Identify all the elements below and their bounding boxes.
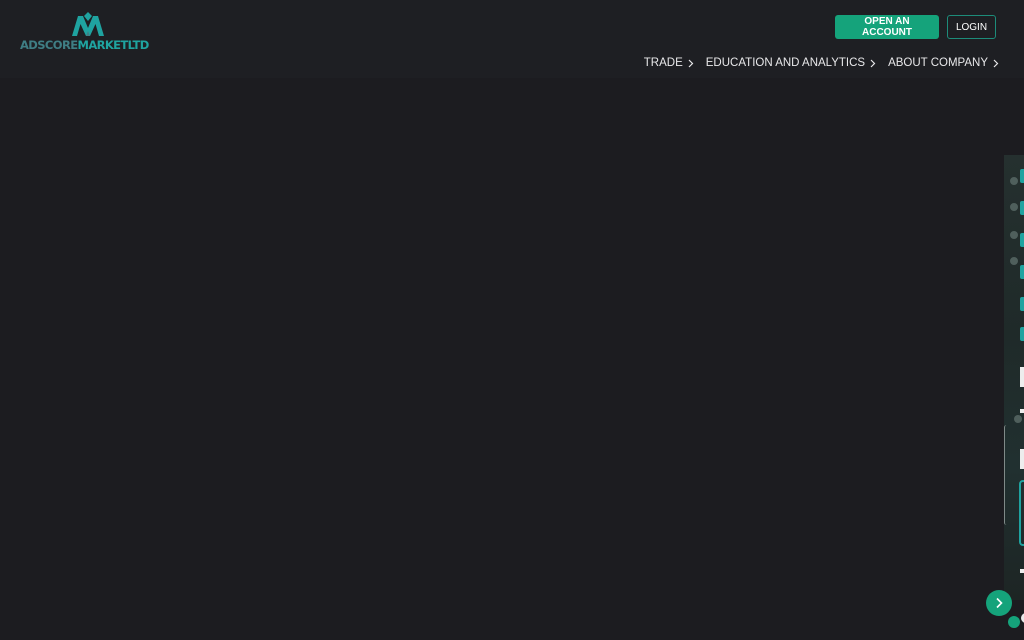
decor-dot [1010, 203, 1018, 211]
chevron-right-icon [993, 59, 999, 67]
nav-item-trade[interactable]: TRADE [644, 57, 694, 69]
slide-button-outline [1019, 480, 1024, 546]
logo[interactable]: ADSCOREMARKETLTD [20, 12, 170, 54]
slide-text-fragment [1020, 449, 1024, 469]
nav-item-label: EDUCATION AND ANALYTICS [705, 57, 866, 69]
main-nav: TRADE EDUCATION AND ANALYTICS ABOUT COMP… [632, 55, 999, 71]
slide-heading-fragment [1020, 201, 1024, 215]
logo-text-part1: ADSCORE [20, 38, 78, 52]
open-account-button[interactable]: OPEN AN ACCOUNT [835, 15, 939, 39]
decor-dot [1014, 415, 1022, 423]
slide-text-fragment [1020, 409, 1024, 413]
login-button[interactable]: LOGIN [947, 15, 996, 39]
slide-text-fragment [1020, 367, 1024, 387]
decor-dot [1010, 257, 1018, 265]
chevron-right-icon [870, 59, 876, 67]
nav-item-label: TRADE [643, 57, 683, 69]
nav-item-education-and-analytics[interactable]: EDUCATION AND ANALYTICS [706, 57, 876, 69]
device-frame [1004, 425, 1009, 525]
slide-text-fragment [1020, 569, 1024, 573]
slide-heading-fragment [1020, 265, 1024, 279]
chevron-right-icon [688, 59, 694, 67]
slider-next-button[interactable] [986, 590, 1012, 616]
slide-heading-fragment [1020, 233, 1024, 247]
slider-pager-dot-active[interactable] [1008, 616, 1020, 628]
slide-heading-fragment [1020, 169, 1024, 183]
slide-heading-fragment [1020, 327, 1024, 341]
slide-heading-fragment [1020, 297, 1024, 311]
decor-dot [1010, 231, 1018, 239]
hero-slide-peek [1004, 155, 1024, 600]
logo-text: ADSCOREMARKETLTD [20, 38, 149, 52]
nav-item-label: ABOUT COMPANY [888, 57, 988, 69]
page: ADSCOREMARKETLTD OPEN AN ACCOUNT LOGIN T… [0, 0, 1024, 640]
header: ADSCOREMARKETLTD OPEN AN ACCOUNT LOGIN T… [0, 0, 1024, 78]
decor-dot [1010, 177, 1018, 185]
chevron-right-icon [996, 597, 1003, 609]
nav-item-about-company[interactable]: ABOUT COMPANY [888, 57, 999, 69]
logo-text-part2: MARKETLTD [77, 38, 149, 52]
logo-mark-icon [72, 12, 104, 36]
